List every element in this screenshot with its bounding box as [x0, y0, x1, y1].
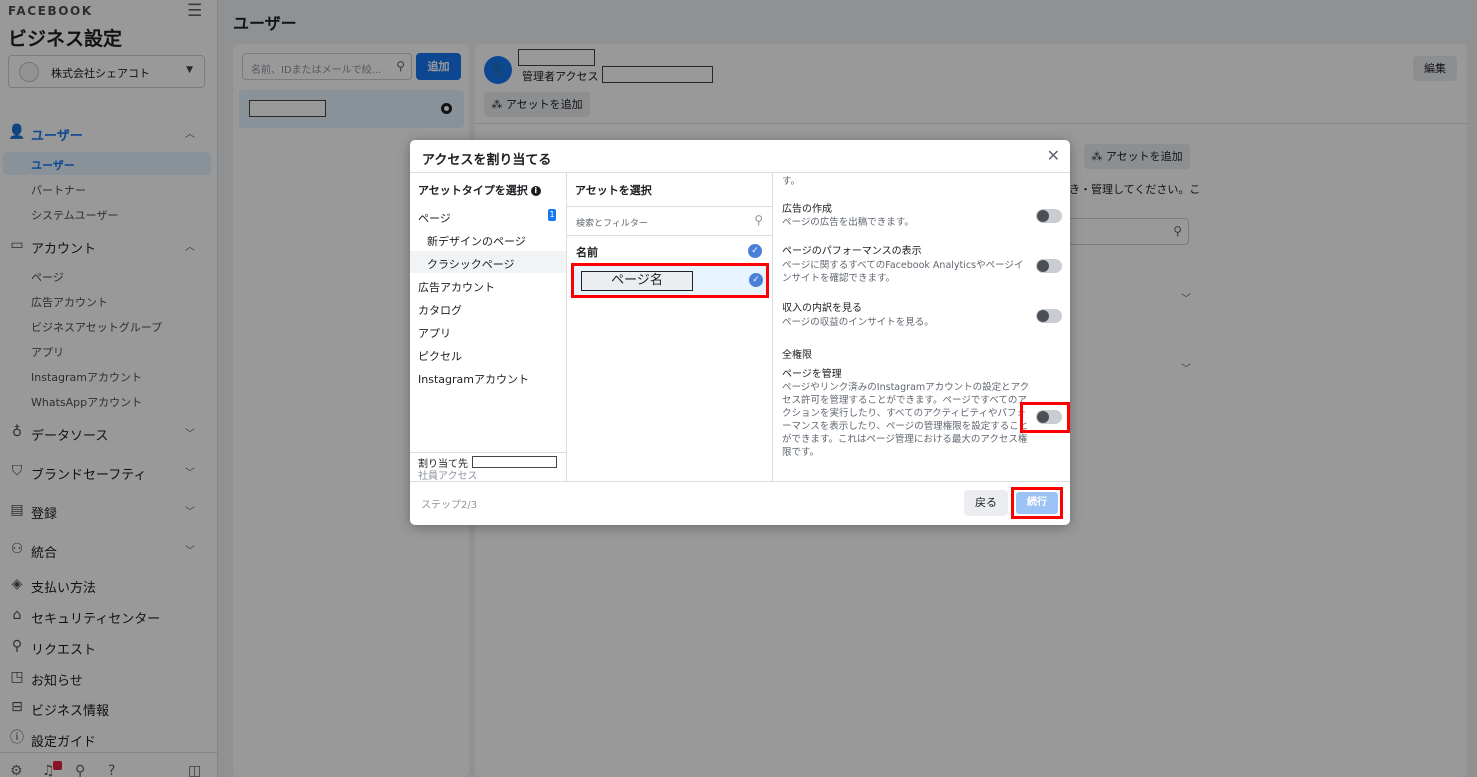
asset-type-label: 広告アカウント	[418, 281, 495, 294]
asset-list-item[interactable]: ページ名 ✓	[571, 263, 769, 298]
permission-title: ページを管理	[782, 369, 842, 380]
permissions-column: す。 広告の作成 ページの広告を出稿できます。 ページのパフォーマンスの表示 ペ…	[773, 173, 1070, 481]
asset-type-classic-pages[interactable]: クラシックページ	[410, 251, 566, 273]
toggle-create-ads[interactable]	[1036, 209, 1062, 223]
permission-fragment: す。	[782, 176, 801, 187]
asset-type-apps[interactable]: アプリ	[410, 320, 566, 342]
asset-type-instagram[interactable]: Instagramアカウント	[410, 366, 566, 388]
asset-type-column: アセットタイプを選択 i ページ 1 新デザインのページ クラシックページ 広告ア…	[410, 173, 567, 482]
assign-access-dialog: アクセスを割り当てる ✕ アセットタイプを選択 i ページ 1 新デザインのページ…	[410, 140, 1070, 525]
asset-select-header: アセットを選択	[575, 184, 652, 197]
permission-description: ページの収益のインサイトを見る。	[782, 317, 934, 328]
asset-type-label: ピクセル	[418, 350, 462, 363]
permission-description: ページに関するすべてのFacebook Analyticsやページインサイトを確…	[782, 260, 1024, 284]
toggle-view-performance[interactable]	[1036, 259, 1062, 273]
redacted-assignee	[472, 456, 557, 468]
asset-type-label: アプリ	[418, 327, 451, 340]
dialog-body: アセットタイプを選択 i ページ 1 新デザインのページ クラシックページ 広告ア…	[410, 172, 1070, 482]
asset-type-label: ページ	[418, 212, 451, 225]
asset-type-pages[interactable]: ページ 1	[410, 205, 566, 227]
asset-type-header-label: アセットタイプを選択	[418, 184, 528, 197]
employee-access-label: 社員アクセス	[418, 471, 478, 482]
asset-type-header: アセットタイプを選択 i	[418, 182, 541, 198]
asset-type-label: カタログ	[418, 304, 462, 317]
highlight-box: 続行	[1011, 487, 1063, 519]
permission-title: 広告の作成	[782, 204, 832, 215]
asset-search-input[interactable]: 検索とフィルター ⚲	[567, 206, 772, 236]
info-icon[interactable]: i	[530, 186, 541, 196]
permission-title: ページのパフォーマンスの表示	[782, 246, 922, 257]
highlight-box	[1020, 402, 1070, 433]
asset-type-pixels[interactable]: ピクセル	[410, 343, 566, 365]
continue-button[interactable]: 続行	[1016, 492, 1058, 514]
name-column-header: 名前	[576, 246, 598, 259]
permission-title: 収入の内訳を見る	[782, 303, 862, 314]
page-name: ページ名	[581, 271, 693, 291]
back-button[interactable]: 戻る	[964, 490, 1008, 516]
permission-description: ページやリンク済みのInstagramアカウントの設定とアクセス許可を管理するこ…	[782, 382, 1030, 458]
count-badge: 1	[548, 209, 556, 221]
search-placeholder: 検索とフィルター	[576, 219, 648, 229]
select-all-check-icon[interactable]: ✓	[748, 244, 762, 258]
asset-type-ad-accounts[interactable]: 広告アカウント	[410, 274, 566, 296]
asset-select-column: アセットを選択 検索とフィルター ⚲ 名前 ✓ ページ名 ✓	[567, 173, 773, 481]
selected-check-icon[interactable]: ✓	[749, 273, 763, 287]
asset-type-label: 新デザインのページ	[427, 235, 526, 248]
permission-description: ページの広告を出稿できます。	[782, 217, 914, 228]
assign-to-summary: 割り当て先 社員アクセス	[410, 452, 566, 482]
close-icon[interactable]: ✕	[1047, 146, 1060, 165]
step-indicator: ステップ2/3	[421, 500, 478, 511]
toggle-view-earnings[interactable]	[1036, 309, 1062, 323]
search-icon: ⚲	[754, 213, 763, 227]
asset-type-label: クラシックページ	[427, 258, 515, 271]
full-permission-label: 全権限	[782, 350, 812, 361]
asset-type-catalogs[interactable]: カタログ	[410, 297, 566, 319]
asset-type-new-pages[interactable]: 新デザインのページ	[410, 228, 566, 250]
asset-type-label: Instagramアカウント	[418, 373, 529, 386]
dialog-title: アクセスを割り当てる	[422, 153, 552, 168]
